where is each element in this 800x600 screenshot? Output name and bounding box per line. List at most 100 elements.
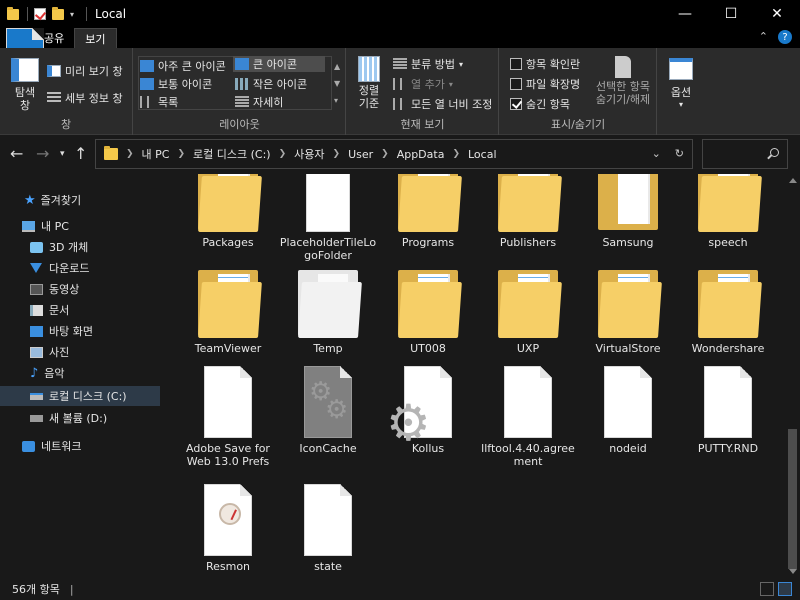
details-pane-button[interactable]: 세부 정보 창: [47, 90, 123, 106]
hidden-items-toggle[interactable]: 숨긴 항목: [510, 96, 570, 112]
help-icon[interactable]: ?: [778, 30, 792, 44]
chevron-right-icon[interactable]: ❯: [452, 149, 460, 159]
preview-pane-button[interactable]: 미리 보기 창: [47, 63, 123, 79]
checkbox[interactable]: [510, 58, 522, 70]
new-folder-icon[interactable]: [52, 6, 64, 20]
file-item[interactable]: Adobe Save for Web 13.0 Prefs: [179, 366, 277, 468]
item-label: Adobe Save for Web 13.0 Prefs: [186, 442, 270, 468]
vertical-scrollbar[interactable]: [785, 174, 800, 578]
folder-item[interactable]: VirtualStore: [579, 266, 677, 355]
folder-item[interactable]: UXP: [479, 266, 577, 355]
gear-icon: ⚙: [325, 395, 349, 425]
nav-desktop[interactable]: 바탕 화면: [0, 321, 160, 341]
nav-3d-objects[interactable]: 3D 개체: [0, 237, 160, 257]
layout-medium-icons[interactable]: 보통 아이콘: [140, 76, 212, 92]
back-button[interactable]: ←: [10, 146, 23, 162]
up-button[interactable]: ↑: [74, 146, 87, 162]
nav-downloads[interactable]: 다운로드: [0, 258, 160, 278]
chevron-right-icon[interactable]: ❯: [333, 149, 341, 159]
breadcrumb-local[interactable]: Local: [468, 148, 497, 161]
scroll-up-icon[interactable]: [789, 178, 797, 183]
chevron-right-icon[interactable]: ❯: [177, 149, 185, 159]
show-hide-group: 항목 확인란 파일 확장명 숨긴 항목 선택한 항목 숨기기/해제 표시/숨기기: [500, 48, 657, 135]
item-count: 56개 항목: [12, 583, 60, 596]
file-item[interactable]: state: [279, 484, 377, 573]
chevron-right-icon[interactable]: ❯: [279, 149, 287, 159]
folder-item[interactable]: speech: [679, 174, 777, 249]
scroll-thumb[interactable]: [788, 429, 797, 569]
layout-large-icons[interactable]: 큰 아이콘: [233, 56, 325, 72]
nav-pane-button[interactable]: 탐색 창: [8, 58, 42, 112]
nav-videos[interactable]: 동영상: [0, 279, 160, 299]
navigation-pane: ★ 즐겨찾기 내 PC 3D 개체 다운로드 동영상 문서 바탕 화면 사진 ♪…: [0, 174, 160, 578]
breadcrumb-users[interactable]: 사용자: [294, 146, 324, 162]
details-view-icon[interactable]: [760, 582, 774, 596]
file-item[interactable]: llftool.4.40.agreement: [479, 366, 577, 468]
add-columns-button[interactable]: 열 추가 ▾: [393, 76, 453, 92]
large-icons-view-icon[interactable]: [778, 582, 792, 596]
address-bar[interactable]: ❯ 내 PC ❯ 로컬 디스크 (C:) ❯ 사용자 ❯ User ❯ AppD…: [95, 139, 693, 169]
chevron-right-icon[interactable]: ❯: [126, 149, 134, 159]
layout-details[interactable]: 자세히: [235, 94, 283, 110]
breadcrumb-this-pc[interactable]: 내 PC: [142, 146, 170, 162]
folder-item[interactable]: Temp: [279, 266, 377, 355]
folder-item[interactable]: TeamViewer: [179, 266, 277, 355]
group-by-button[interactable]: 분류 방법 ▾: [393, 56, 463, 72]
layout-small-icons[interactable]: 작은 아이콘: [235, 76, 307, 92]
checkbox[interactable]: [510, 98, 522, 110]
file-item[interactable]: nodeid: [579, 366, 677, 455]
file-item[interactable]: ⚙ ⚙ IconCache: [279, 366, 377, 455]
sort-by-button[interactable]: 정렬 기준: [355, 56, 383, 110]
folder-item[interactable]: Wondershare: [679, 266, 777, 355]
layout-extra-large-icons[interactable]: 아주 큰 아이콘: [140, 58, 226, 74]
folder-item[interactable]: UT008: [379, 266, 477, 355]
properties-icon[interactable]: [34, 8, 46, 20]
options-label: 옵션: [670, 86, 692, 99]
nav-label: 네트워크: [41, 440, 82, 453]
nav-pictures[interactable]: 사진: [0, 342, 160, 362]
customize-dropdown-icon[interactable]: ▾: [70, 10, 78, 19]
nav-quick-access[interactable]: ★ 즐겨찾기: [0, 190, 160, 210]
nav-volume-d[interactable]: 새 볼륨 (D:): [0, 408, 160, 428]
folder-item[interactable]: PlaceholderTileLogoFolder: [279, 174, 377, 262]
folder-item[interactable]: Samsung: [579, 174, 677, 249]
file-item[interactable]: PUTTY.RND: [679, 366, 777, 455]
refresh-icon[interactable]: ↻: [675, 147, 684, 160]
breadcrumb-local-disk[interactable]: 로컬 디스크 (C:): [193, 146, 271, 162]
forward-button[interactable]: →: [36, 146, 49, 162]
fit-columns-button[interactable]: 모든 열 너비 조정: [393, 96, 492, 112]
checkbox[interactable]: [510, 78, 522, 90]
recent-locations-icon[interactable]: ▾: [60, 146, 65, 162]
maximize-button[interactable]: ☐: [708, 0, 754, 28]
minimize-button[interactable]: —: [662, 0, 708, 28]
layout-option-label: 목록: [158, 96, 179, 109]
nav-music[interactable]: ♪ 음악: [0, 363, 160, 383]
item-checkboxes-toggle[interactable]: 항목 확인란: [510, 56, 580, 72]
close-button[interactable]: ✕: [754, 0, 800, 28]
file-item[interactable]: Resmon: [179, 484, 277, 573]
picture-icon: [30, 346, 43, 358]
hide-selected-button[interactable]: 선택한 항목 숨기기/해제: [592, 56, 654, 106]
folder-item[interactable]: Programs: [379, 174, 477, 249]
nav-documents[interactable]: 문서: [0, 300, 160, 320]
nav-local-disk-c[interactable]: 로컬 디스크 (C:): [0, 386, 160, 406]
folder-item[interactable]: Packages: [179, 174, 277, 249]
address-dropdown-icon[interactable]: ⌄: [652, 147, 661, 160]
search-box[interactable]: [702, 139, 788, 169]
chevron-right-icon[interactable]: ❯: [381, 149, 389, 159]
nav-this-pc[interactable]: 내 PC: [0, 216, 160, 236]
folder-item[interactable]: Publishers: [479, 174, 577, 249]
medium-icons-icon: [140, 78, 154, 90]
breadcrumb-user[interactable]: User: [348, 148, 373, 161]
tab-view[interactable]: 보기: [74, 28, 117, 48]
scroll-down-icon[interactable]: [789, 569, 797, 574]
nav-label: 로컬 디스크 (C:): [49, 390, 127, 403]
layout-list[interactable]: 목록: [140, 94, 178, 110]
file-item[interactable]: ⚙ Kollus: [379, 366, 477, 455]
collapse-ribbon-icon[interactable]: ⌃: [759, 30, 768, 44]
breadcrumb-appdata[interactable]: AppData: [397, 148, 445, 161]
gallery-scroll[interactable]: ▲ ▼ ▾: [334, 58, 340, 109]
file-extensions-toggle[interactable]: 파일 확장명: [510, 76, 580, 92]
nav-network[interactable]: 네트워크: [0, 436, 160, 456]
options-button[interactable]: 옵션 ▾: [666, 58, 696, 109]
